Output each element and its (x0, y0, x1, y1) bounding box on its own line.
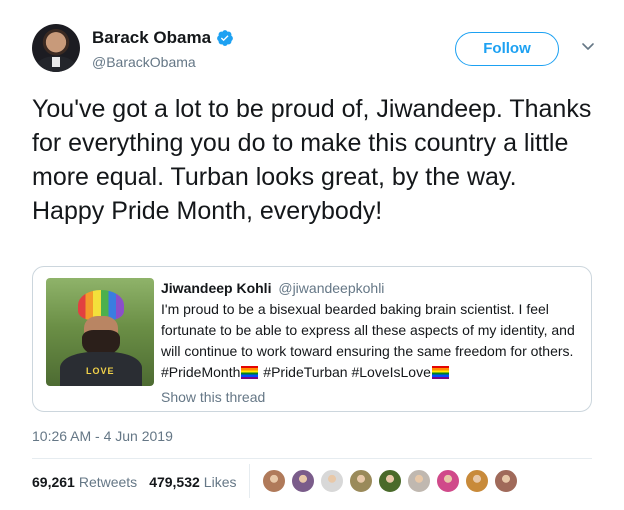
verified-badge-icon (217, 30, 233, 46)
author-handle[interactable]: @BarackObama (92, 54, 234, 70)
likes-label: Likes (203, 474, 237, 490)
rainbow-flag-icon (431, 366, 449, 379)
tweet-timestamp[interactable]: 10:26 AM - 4 Jun 2019 (32, 428, 173, 444)
liker-avatar[interactable] (494, 469, 518, 493)
stats-separator (249, 464, 250, 498)
liker-avatar[interactable] (378, 469, 402, 493)
tweet-stats: 69,261 Retweets 479,532 Likes (32, 472, 248, 492)
divider (32, 458, 592, 459)
liker-avatar[interactable] (465, 469, 489, 493)
show-thread-link[interactable]: Show this thread (161, 389, 265, 405)
author-name[interactable]: Barack Obama (92, 28, 211, 48)
retweets-stat[interactable]: 69,261 Retweets (32, 474, 137, 490)
tweet-text: You've got a lot to be proud of, Jiwande… (32, 95, 592, 225)
liker-avatar[interactable] (407, 469, 431, 493)
quoted-tweet-photo[interactable]: LOVE (46, 278, 154, 386)
author-name-row: Barack Obama (92, 28, 234, 48)
liker-avatar[interactable] (349, 469, 373, 493)
author-avatar[interactable] (32, 24, 80, 72)
rainbow-flag-icon (241, 366, 259, 379)
liker-avatar[interactable] (320, 469, 344, 493)
liker-avatar[interactable] (291, 469, 315, 493)
quoted-tweet-body: Jiwandeep Kohli @jiwandeepkohli I'm prou… (161, 279, 586, 407)
follow-button[interactable]: Follow (455, 32, 559, 66)
liker-avatar[interactable] (262, 469, 286, 493)
quoted-tweet-text: I'm proud to be a bisexual bearded bakin… (161, 299, 586, 383)
author-name-block: Barack Obama @BarackObama (92, 28, 234, 70)
quoted-author-name[interactable]: Jiwandeep Kohli (161, 280, 271, 296)
tweet-header: Barack Obama @BarackObama Follow (32, 24, 602, 76)
chevron-down-icon[interactable] (580, 38, 596, 54)
quoted-author-handle[interactable]: @jiwandeepkohli (278, 280, 384, 296)
liker-avatar[interactable] (436, 469, 460, 493)
photo-shirt-text: LOVE (86, 366, 115, 376)
likes-count: 479,532 (149, 474, 200, 490)
avatar-collar (52, 57, 60, 67)
likers-avatars (262, 469, 523, 493)
quoted-tweet[interactable]: LOVE Jiwandeep Kohli @jiwandeepkohli I'm… (32, 266, 592, 412)
retweets-count: 69,261 (32, 474, 75, 490)
quoted-tweet-header: Jiwandeep Kohli @jiwandeepkohli (161, 279, 586, 297)
quoted-text-part2: #PrideTurban #LoveIsLove (259, 364, 431, 380)
likes-stat[interactable]: 479,532 Likes (149, 474, 236, 490)
retweets-label: Retweets (78, 474, 138, 490)
